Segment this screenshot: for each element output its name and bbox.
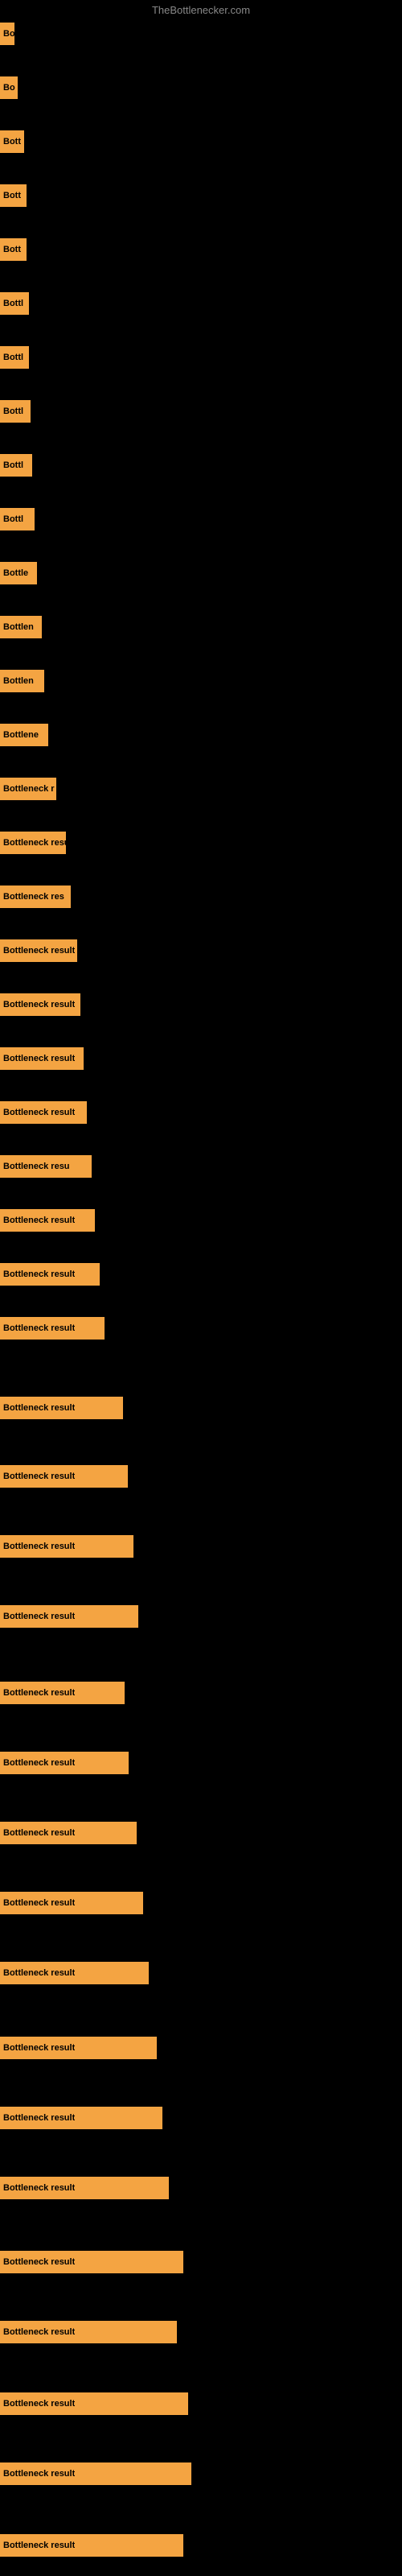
bottleneck-bar-label: Bottlen xyxy=(3,622,34,632)
bottleneck-bar: Bottleneck result xyxy=(0,1962,149,1984)
bottleneck-bar-label: Bottleneck res xyxy=(3,892,64,902)
bottleneck-bar-label: Bottleneck resu xyxy=(3,838,66,848)
bottleneck-bar-label: Bottleneck result xyxy=(3,2257,75,2267)
bottleneck-bar: Bottleneck result xyxy=(0,1047,84,1070)
bottleneck-bar: Bottl xyxy=(0,292,29,315)
bottleneck-bar: Bottleneck result xyxy=(0,993,80,1016)
bottleneck-bar-label: Bottleneck result xyxy=(3,1108,75,1117)
bottleneck-bar-label: Bottleneck result xyxy=(3,2043,75,2053)
bottleneck-bar: Bottleneck result xyxy=(0,2251,183,2273)
bottleneck-bar-label: Bottleneck result xyxy=(3,2183,75,2193)
bottleneck-bar-label: Bottl xyxy=(3,514,23,524)
bottleneck-bar: Bottlen xyxy=(0,670,44,692)
bottleneck-bar: Bo xyxy=(0,76,18,99)
bottleneck-bar-label: Bottl xyxy=(3,299,23,308)
bottleneck-bar-label: Bott xyxy=(3,191,21,200)
bottleneck-bar: Bottleneck result xyxy=(0,1605,138,1628)
bottleneck-bar-label: Bottleneck result xyxy=(3,1828,75,1838)
bottleneck-bar-label: Bottleneck result xyxy=(3,1898,75,1908)
bottleneck-bar-label: Bottleneck result xyxy=(3,2113,75,2123)
bottleneck-bar-label: Bottleneck result xyxy=(3,1323,75,1333)
bottleneck-bar: Bottleneck resu xyxy=(0,1155,92,1178)
bottleneck-bar: Bottleneck result xyxy=(0,1892,143,1914)
bottleneck-bar: Bottleneck result xyxy=(0,2392,188,2415)
bottleneck-bar: Bottl xyxy=(0,508,35,530)
bottleneck-bar: Bottleneck result xyxy=(0,2037,157,2059)
bottleneck-bar: Bottleneck result xyxy=(0,939,77,962)
bottleneck-bar-label: Bottleneck result xyxy=(3,1403,75,1413)
bottleneck-bar: Bottl xyxy=(0,400,31,423)
bottleneck-bar-label: Bottleneck r xyxy=(3,784,55,794)
bottleneck-bar-label: Bottleneck result xyxy=(3,1612,75,1621)
bottleneck-bar: Bottlen xyxy=(0,616,42,638)
bottleneck-bar: Bottl xyxy=(0,454,32,477)
bottleneck-bar-label: Bottl xyxy=(3,460,23,470)
bottleneck-bar-label: Bottl xyxy=(3,353,23,362)
bottleneck-bar-label: Bottleneck result xyxy=(3,1968,75,1978)
bottleneck-bar-label: Bottlen xyxy=(3,676,34,686)
bottleneck-bar: Bott xyxy=(0,184,27,207)
bottleneck-bar-label: Bo xyxy=(3,29,14,39)
bottleneck-bar-label: Bottl xyxy=(3,407,23,416)
bottleneck-bar: Bottl xyxy=(0,346,29,369)
bottleneck-bar: Bo xyxy=(0,23,14,45)
bottleneck-bar-label: Bott xyxy=(3,245,21,254)
bottleneck-bar: Bottleneck result xyxy=(0,1317,105,1340)
bottleneck-bar: Bottleneck result xyxy=(0,1822,137,1844)
bottleneck-bar: Bottleneck result xyxy=(0,1752,129,1774)
bottleneck-bar: Bottleneck result xyxy=(0,2321,177,2343)
bottleneck-bar: Bottleneck result xyxy=(0,1465,128,1488)
bottleneck-bar: Bottleneck result xyxy=(0,2177,169,2199)
bottleneck-bar: Bott xyxy=(0,238,27,261)
bottleneck-bar: Bottleneck result xyxy=(0,1209,95,1232)
bottleneck-bar: Bottleneck result xyxy=(0,1263,100,1286)
bottleneck-bar-label: Bottleneck result xyxy=(3,2327,75,2337)
bottleneck-bar: Bottleneck result xyxy=(0,1397,123,1419)
bottleneck-bar-label: Bottleneck result xyxy=(3,1000,75,1009)
bottleneck-bar-label: Bottleneck result xyxy=(3,946,75,956)
bottleneck-bar: Bottleneck result xyxy=(0,2534,183,2557)
bottleneck-bar-label: Bottleneck result xyxy=(3,1758,75,1768)
bottleneck-bar: Bottleneck result xyxy=(0,1535,133,1558)
bottleneck-bar-label: Bo xyxy=(3,83,15,93)
bottleneck-bar-label: Bottle xyxy=(3,568,28,578)
bottleneck-bar: Bottle xyxy=(0,562,37,584)
bottleneck-bar: Bottleneck resu xyxy=(0,832,66,854)
bottleneck-bar: Bott xyxy=(0,130,24,153)
bottleneck-bar-label: Bottleneck result xyxy=(3,1054,75,1063)
bottleneck-bar: Bottleneck result xyxy=(0,1101,87,1124)
bottleneck-bar: Bottleneck r xyxy=(0,778,56,800)
bottleneck-bar-label: Bottleneck resu xyxy=(3,1162,70,1171)
bottleneck-bar: Bottlene xyxy=(0,724,48,746)
site-title: TheBottlenecker.com xyxy=(152,4,250,16)
bottleneck-bar-label: Bottleneck result xyxy=(3,2469,75,2479)
bottleneck-bar: Bottleneck result xyxy=(0,1682,125,1704)
bottleneck-bar: Bottleneck result xyxy=(0,2107,162,2129)
bottleneck-bar-label: Bottleneck result xyxy=(3,1542,75,1551)
bottleneck-bar-label: Bottleneck result xyxy=(3,1472,75,1481)
bottleneck-bar-label: Bottlene xyxy=(3,730,39,740)
bottleneck-bar-label: Bottleneck result xyxy=(3,2541,75,2550)
bottleneck-bar-label: Bottleneck result xyxy=(3,1688,75,1698)
bottleneck-bar-label: Bottleneck result xyxy=(3,1269,75,1279)
bottleneck-bar: Bottleneck res xyxy=(0,886,71,908)
bottleneck-bar-label: Bottleneck result xyxy=(3,2399,75,2409)
bottleneck-bar: Bottleneck result xyxy=(0,2462,191,2485)
bottleneck-bar-label: Bott xyxy=(3,137,21,147)
bottleneck-bar-label: Bottleneck result xyxy=(3,1216,75,1225)
